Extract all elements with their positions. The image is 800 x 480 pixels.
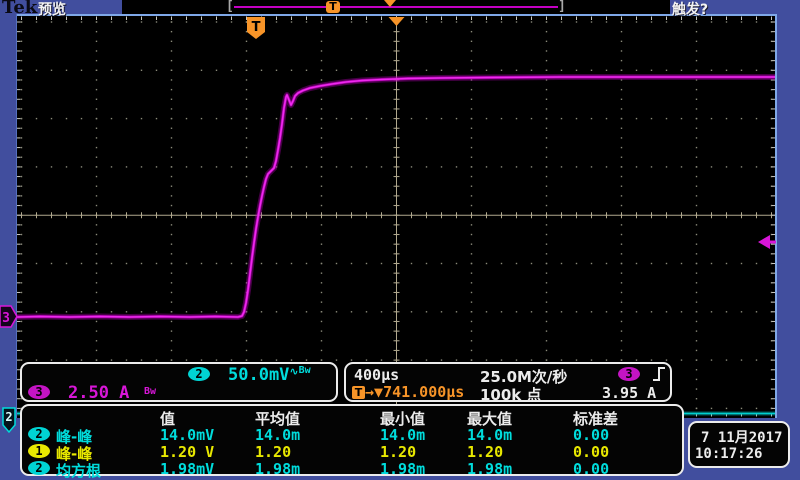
trigger-status-label: 触发?: [672, 0, 708, 19]
measurement-value: 14.0mV: [160, 426, 214, 444]
measurement-min: 14.0m: [380, 426, 425, 444]
acquisition-mode-label: 预览: [38, 0, 66, 19]
svg-text:3: 3: [2, 311, 10, 326]
ch2-scale-readout[interactable]: 50.0mV∿Bw: [228, 365, 311, 385]
measurement-std: 0.00: [573, 426, 609, 444]
record-length-readout: 100k 点: [480, 384, 542, 405]
record-trigger-t-icon[interactable]: T: [326, 1, 340, 13]
record-window-bracket-right[interactable]: ]: [558, 0, 566, 14]
measurement-mean: 1.20: [255, 443, 291, 461]
ch2-bandwidth-icon: Bw: [299, 365, 311, 376]
measurement-min: 1.20: [380, 443, 416, 461]
measurement-mean: 14.0m: [255, 426, 300, 444]
measurement-value: 1.20 V: [160, 443, 214, 461]
trigger-source-badge[interactable]: 3: [618, 367, 640, 381]
measurement-min: 1.98m: [380, 460, 425, 478]
rising-edge-icon: [652, 366, 666, 382]
measurement-row[interactable]: 2 均方根 1.98mV 1.98m 1.98m 1.98m 0.00: [22, 460, 682, 477]
measurement-max: 1.20: [467, 443, 503, 461]
trigger-level-readout[interactable]: 3.95 A: [602, 384, 656, 402]
measurements-box: 值平均值最小值最大值标准差 2峰-峰14.0mV14.0m14.0m14.0m0…: [20, 404, 684, 476]
measurement-name: 均方根: [56, 460, 101, 480]
horizontal-readout-box: 400μs 25.0M次/秒 3 T→▼741.000μs 100k 点 3.9…: [344, 362, 672, 402]
channel-readout-box: 2 50.0mV∿Bw 3 2.50 A Bw: [20, 362, 338, 402]
trigger-delay-readout[interactable]: T→▼741.000μs: [352, 383, 464, 401]
svg-text:T: T: [252, 20, 261, 35]
ch2-coupling-icon: ∿: [289, 365, 298, 378]
measurement-mean: 1.98m: [255, 460, 300, 478]
measurement-channel-badge: 2: [28, 427, 50, 441]
measurement-std: 0.00: [573, 460, 609, 478]
ch3-badge[interactable]: 3: [28, 385, 50, 399]
datetime-box: 7 11月2017 10:17:26: [688, 421, 790, 468]
svg-text:2: 2: [5, 410, 12, 424]
measurement-row[interactable]: 2峰-峰14.0mV14.0m14.0m14.0m0.00: [22, 426, 682, 443]
ch3-position-marker[interactable]: 3: [0, 306, 17, 327]
measurement-max: 1.98m: [467, 460, 512, 478]
oscilloscope-screen: T 3 2 Tek 预览 [ ] T 触发? 2 50.0mV∿Bw 3 2.50 …: [0, 0, 800, 480]
ch3-scale-readout[interactable]: 2.50 A: [68, 383, 129, 403]
measurement-value: 1.98mV: [160, 460, 214, 478]
ch2-badge[interactable]: 2: [188, 367, 210, 381]
delay-t-icon: T: [352, 386, 365, 399]
timebase-readout[interactable]: 400μs: [354, 366, 399, 384]
record-window-bracket-left[interactable]: [: [226, 0, 234, 14]
record-waveform-line: [234, 6, 558, 8]
measurement-row[interactable]: 1峰-峰1.20 V1.201.201.200.00: [22, 443, 682, 460]
ch2-position-marker[interactable]: 2: [3, 408, 15, 432]
record-expansion-triangle-icon: [384, 0, 396, 7]
ch3-bandwidth-icon: Bw: [144, 386, 156, 397]
measurement-channel-badge: 1: [28, 444, 50, 458]
measurement-channel-badge: 2: [28, 461, 50, 475]
record-view-bar[interactable]: [ ] T: [122, 0, 670, 14]
measurement-std: 0.00: [573, 443, 609, 461]
time-label: 10:17:26: [695, 446, 762, 462]
tek-logo: Tek: [2, 0, 37, 18]
measurement-max: 14.0m: [467, 426, 512, 444]
date-label: 7 11月2017: [701, 427, 782, 447]
delay-arrow-icon: →▼: [365, 383, 383, 401]
measurement-header-row: 值平均值最小值最大值标准差: [22, 408, 682, 425]
